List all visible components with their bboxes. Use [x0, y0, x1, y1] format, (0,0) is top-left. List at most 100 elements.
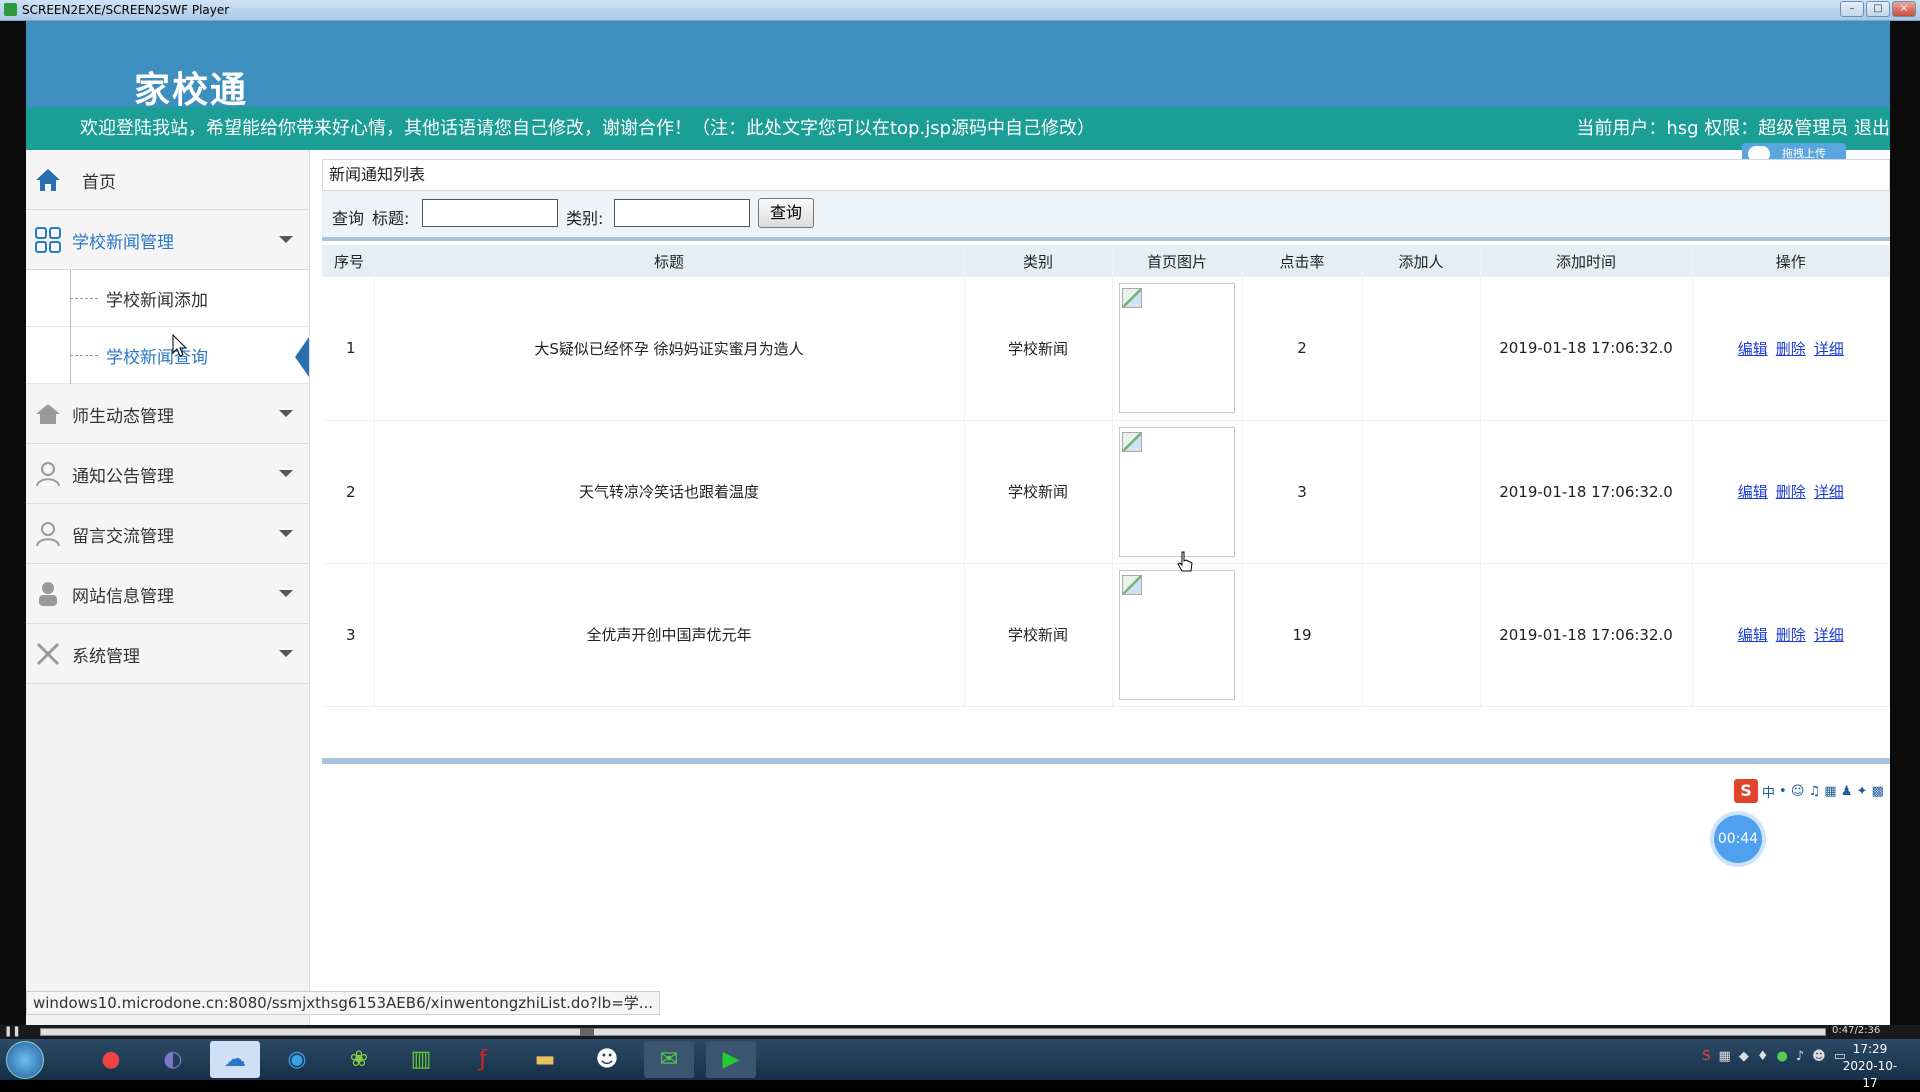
house-icon — [36, 404, 60, 424]
cell-id: 2 — [322, 420, 375, 564]
site-header: 家校通 — [26, 21, 1890, 111]
screen-player-icon[interactable]: ▶ — [706, 1041, 756, 1078]
taskbar-apps: ● ◐ ☁ ◉ ❀ ▥ ƒ ▬ ☻ ✉ ▶ — [86, 1041, 756, 1078]
sidebar-item-label: 学校新闻管理 — [72, 233, 174, 253]
volume-icon[interactable]: ♪ — [1796, 1049, 1804, 1064]
clock-time: 17:29 — [1852, 1042, 1888, 1056]
table-row: 2 天气转凉冷笑话也跟着温度 学校新闻 3 2019-01-18 17:06:3… — [322, 420, 1890, 564]
browser-icon[interactable]: ◉ — [272, 1041, 322, 1078]
player-time: 0:47/2:36 — [1832, 1025, 1881, 1036]
edit-link[interactable]: 编辑 — [1738, 340, 1768, 358]
header-clicks: 点击率 — [1242, 245, 1363, 277]
qq-tray-icon[interactable]: ☻ — [1812, 1049, 1826, 1064]
table-row: 3 全优声开创中国声优元年 学校新闻 19 2019-01-18 17:06:3… — [322, 563, 1890, 707]
header-adder: 添加人 — [1362, 245, 1481, 277]
chrome-icon[interactable]: ● — [86, 1041, 136, 1078]
chart-app-icon[interactable]: ▥ — [396, 1041, 446, 1078]
folder-icon[interactable]: ▬ — [520, 1041, 570, 1078]
table-header-row: 序号 标题 类别 首页图片 点击率 添加人 添加时间 操作 — [322, 245, 1890, 277]
sidebar-item-dynamics[interactable]: 师生动态管理 — [26, 384, 309, 444]
delete-link[interactable]: 删除 — [1776, 483, 1806, 501]
recording-timer[interactable]: 00:44 — [1714, 815, 1762, 863]
sidebar-subitem-news-add[interactable]: 学校新闻添加 — [26, 270, 309, 327]
panel-title: 新闻通知列表 — [322, 159, 1890, 191]
active-pointer-icon — [295, 337, 309, 377]
welcome-message: 欢迎登陆我站，希望能给你带来好心情，其他话语请您自己修改，谢谢合作！（注：此处文… — [80, 118, 1096, 139]
sidebar-item-messages[interactable]: 留言交流管理 — [26, 504, 309, 564]
search-bar: 查询 标题: 类别: 查询 — [322, 191, 1890, 241]
shield-icon[interactable]: ♦ — [1757, 1049, 1769, 1064]
seek-thumb[interactable] — [580, 1028, 594, 1036]
cell-title: 天气转凉冷笑话也跟着温度 — [374, 420, 965, 564]
player-controls: ❚❚ 0:47/2:36 — [0, 1025, 1920, 1039]
category-search-input[interactable] — [614, 199, 750, 227]
news-table: 序号 标题 类别 首页图片 点击率 添加人 添加时间 操作 1 大S疑似已经怀孕… — [322, 245, 1890, 707]
sidebar-item-notice[interactable]: 通知公告管理 — [26, 444, 309, 504]
pause-icon[interactable]: ❚❚ — [4, 1026, 21, 1038]
clock[interactable]: 17:29 2020-10-17 — [1840, 1041, 1900, 1092]
sidebar-item-site-info[interactable]: 网站信息管理 — [26, 564, 309, 624]
detail-link[interactable]: 详细 — [1814, 340, 1844, 358]
broken-image-icon — [1119, 426, 1235, 557]
chevron-down-icon — [279, 410, 293, 417]
network-icon[interactable]: ▦ — [1719, 1049, 1731, 1064]
start-button[interactable] — [6, 1041, 44, 1079]
broken-image-icon — [1119, 283, 1235, 414]
detail-link[interactable]: 详细 — [1814, 483, 1844, 501]
header-time: 添加时间 — [1480, 245, 1693, 277]
clock-date: 2020-10-17 — [1842, 1059, 1898, 1090]
cell-id: 1 — [322, 277, 375, 421]
flash-icon[interactable]: ƒ — [458, 1041, 508, 1078]
cell-title: 大S疑似已经怀孕 徐妈妈证实蜜月为造人 — [374, 277, 965, 421]
left-margin — [0, 21, 26, 1025]
detail-link[interactable]: 详细 — [1814, 626, 1844, 644]
app-icon-green[interactable]: ❀ — [334, 1041, 384, 1078]
home-icon — [36, 169, 60, 191]
cell-clicks: 19 — [1242, 563, 1363, 707]
sidebar-item-system[interactable]: 系统管理 — [26, 624, 309, 684]
chevron-down-icon — [279, 470, 293, 477]
window-controls: – □ × — [1840, 1, 1916, 17]
ime-tools-icon[interactable]: • ☺ ♫ ▦ ♟ ✦ ▩ — [1779, 784, 1884, 799]
hand-cursor-icon — [1177, 551, 1193, 572]
title-label: 标题: — [372, 209, 410, 228]
wechat-tray-icon[interactable]: ● — [1777, 1049, 1788, 1064]
query-label: 查询 — [332, 209, 365, 228]
eclipse-icon[interactable]: ◐ — [148, 1041, 198, 1078]
wechat-icon[interactable]: ✉ — [644, 1041, 694, 1078]
cell-category: 学校新闻 — [964, 420, 1113, 564]
ime-toolbar[interactable]: S 中 • ☺ ♫ ▦ ♟ ✦ ▩ — [1734, 778, 1890, 804]
table-row: 1 大S疑似已经怀孕 徐妈妈证实蜜月为造人 学校新闻 2 2019-01-18 … — [322, 277, 1890, 421]
site-logo: 家校通 — [134, 70, 249, 111]
security-icon[interactable]: ◆ — [1739, 1049, 1749, 1064]
edit-link[interactable]: 编辑 — [1738, 626, 1768, 644]
minimize-button[interactable]: – — [1840, 1, 1864, 17]
ime-tray-icon[interactable]: S — [1702, 1049, 1710, 1064]
ime-language[interactable]: 中 — [1762, 782, 1775, 801]
query-button[interactable]: 查询 — [758, 198, 814, 228]
sogou-ime-icon[interactable]: S — [1734, 779, 1758, 803]
chevron-down-icon — [279, 590, 293, 597]
cell-time: 2019-01-18 17:06:32.0 — [1480, 277, 1693, 421]
edit-link[interactable]: 编辑 — [1738, 483, 1768, 501]
cell-time: 2019-01-18 17:06:32.0 — [1480, 563, 1693, 707]
cell-adder — [1362, 277, 1481, 421]
chevron-down-icon — [279, 530, 293, 537]
sidebar: 首页 学校新闻管理 学校新闻添加 学校新闻查询 师生动态管理 通知公告管理 留言… — [26, 150, 310, 1025]
delete-link[interactable]: 删除 — [1776, 626, 1806, 644]
delete-link[interactable]: 删除 — [1776, 340, 1806, 358]
sidebar-subitem-news-query[interactable]: 学校新闻查询 — [26, 327, 309, 384]
window-titlebar: SCREEN2EXE/SCREEN2SWF Player – □ × — [0, 0, 1920, 21]
seek-bar[interactable] — [40, 1028, 1826, 1036]
sidebar-item-home[interactable]: 首页 — [26, 150, 309, 210]
close-button[interactable]: × — [1892, 1, 1916, 17]
title-search-input[interactable] — [422, 199, 558, 227]
cell-title: 全优声开创中国声优元年 — [374, 563, 965, 707]
qq-icon[interactable]: ☻ — [582, 1041, 632, 1078]
header-image: 首页图片 — [1112, 245, 1243, 277]
cell-image — [1112, 277, 1243, 421]
baidu-netdisk-icon[interactable]: ☁ — [210, 1041, 260, 1078]
cell-adder — [1362, 420, 1481, 564]
maximize-button[interactable]: □ — [1866, 1, 1890, 17]
sidebar-item-school-news[interactable]: 学校新闻管理 — [26, 210, 309, 270]
